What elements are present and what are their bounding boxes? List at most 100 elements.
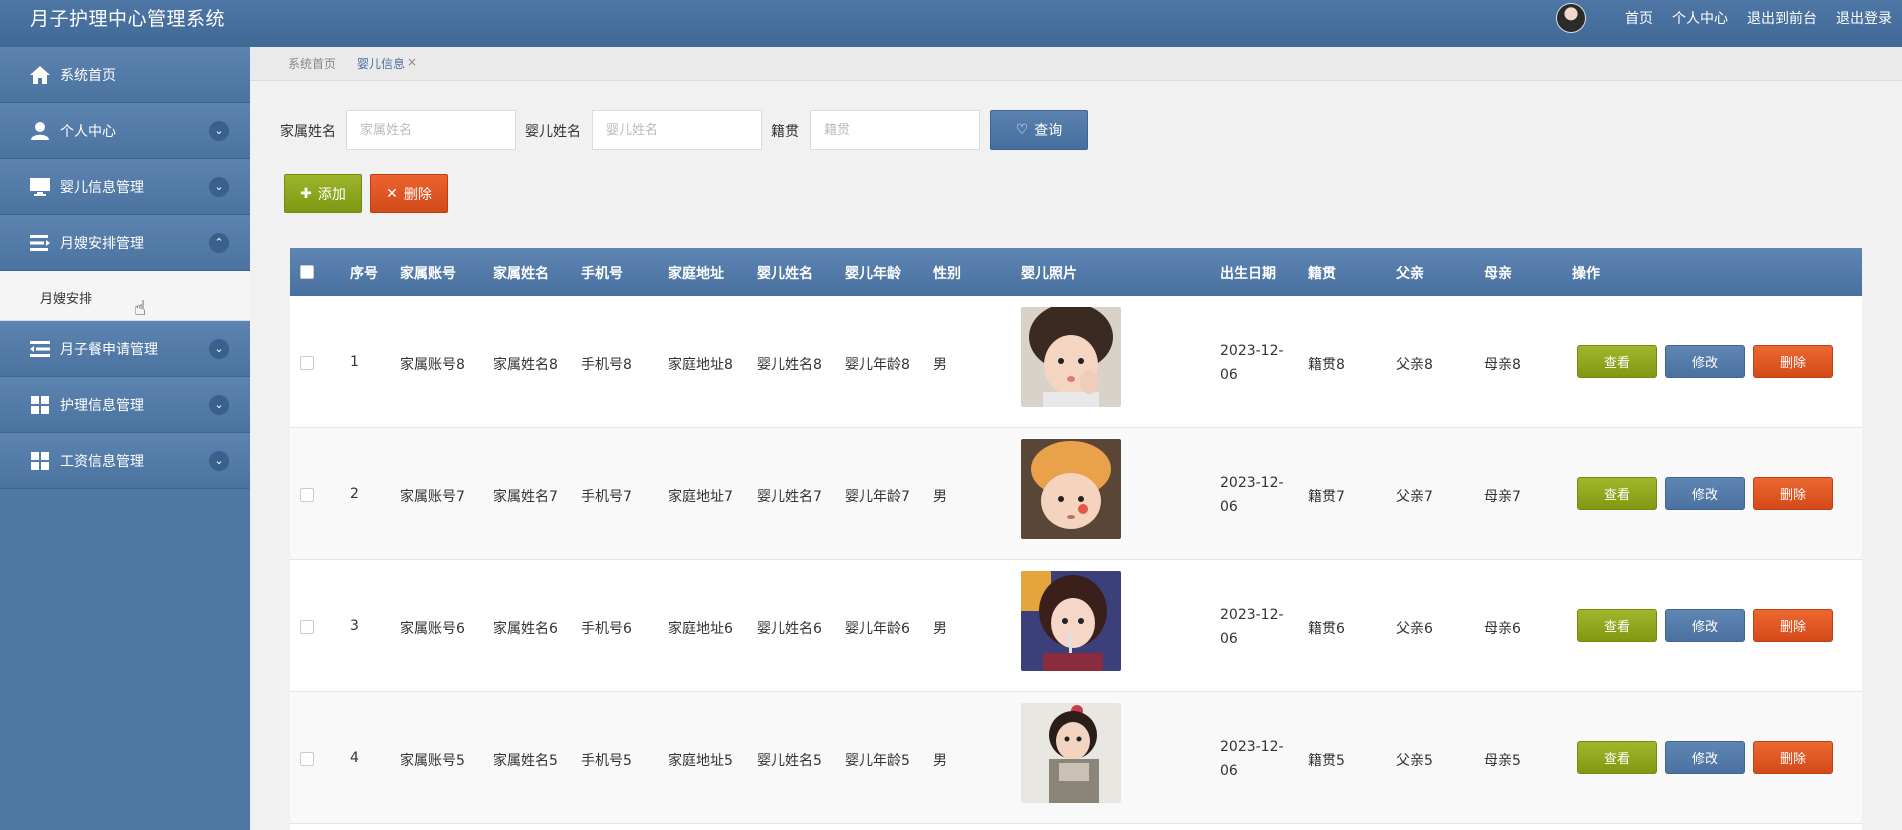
edit-button[interactable]: 修改: [1665, 609, 1745, 642]
cell-baby-age: 婴儿年龄8: [845, 357, 910, 373]
avatar[interactable]: [1556, 3, 1586, 33]
search-label-baby: 婴儿姓名: [525, 124, 581, 140]
col-header: 婴儿姓名: [757, 266, 813, 282]
breadcrumb-home[interactable]: 系统首页: [288, 55, 336, 72]
origin-input[interactable]: [810, 110, 980, 150]
cell-baby-name: 婴儿姓名5: [757, 753, 822, 769]
nav-home-link[interactable]: 首页: [1625, 8, 1653, 28]
cell-gender: 男: [933, 621, 947, 637]
sidebar-subitem-label: 月嫂安排: [40, 292, 93, 307]
delete-button[interactable]: 删除: [1753, 741, 1833, 774]
nav-frontend-link[interactable]: 退出到前台: [1747, 8, 1817, 28]
edit-button[interactable]: 修改: [1665, 741, 1745, 774]
cell-origin: 籍贯6: [1308, 621, 1345, 637]
cell-phone: 手机号6: [581, 621, 632, 637]
row-checkbox[interactable]: [300, 620, 314, 634]
home-icon: [28, 64, 52, 86]
cell-mother: 母亲6: [1484, 621, 1521, 637]
cell-family-name: 家属姓名8: [493, 357, 558, 373]
chevron-up-icon[interactable]: ⌃: [209, 232, 229, 253]
user-icon: [28, 120, 52, 142]
baby-photo[interactable]: [1021, 571, 1121, 671]
cell-birth-date: 2023-12-06: [1220, 739, 1284, 779]
query-button[interactable]: ♡ 查询: [990, 110, 1088, 150]
sidebar-item-label: 系统首页: [60, 67, 116, 84]
nav-logout-link[interactable]: 退出登录: [1836, 8, 1892, 28]
col-header: 家属账号: [400, 266, 456, 282]
sidebar-subitem-nanny[interactable]: 月嫂安排 ☝: [0, 271, 250, 321]
chevron-down-icon[interactable]: ⌄: [209, 450, 229, 471]
breadcrumb-current[interactable]: 婴儿信息: [357, 55, 405, 72]
col-header: 出生日期: [1220, 266, 1276, 282]
sidebar-item-nursing[interactable]: 护理信息管理 ⌄: [0, 377, 250, 433]
cell-address: 家庭地址7: [668, 489, 733, 505]
cell-birth-date: 2023-12-06: [1220, 607, 1284, 647]
cell-father: 父亲6: [1396, 621, 1433, 637]
view-button[interactable]: 查看: [1577, 609, 1657, 642]
grid-icon: [28, 394, 52, 416]
table-row: 2 家属账号7 家属姓名7 手机号7 家庭地址7 婴儿姓名7 婴儿年龄7 男 2…: [290, 428, 1862, 560]
table-row: 4 家属账号5 家属姓名5 手机号5 家庭地址5 婴儿姓名5 婴儿年龄5 男 2…: [290, 692, 1862, 824]
cell-address: 家庭地址6: [668, 621, 733, 637]
cell-family-name: 家属姓名7: [493, 489, 558, 505]
view-button[interactable]: 查看: [1577, 477, 1657, 510]
delete-button[interactable]: 删除: [1753, 609, 1833, 642]
header-nav: 首页 个人中心 退出到前台 退出登录: [1556, 0, 1892, 36]
cell-account: 家属账号5: [400, 753, 465, 769]
sidebar-item-home[interactable]: 系统首页: [0, 47, 250, 103]
cell-family-name: 家属姓名5: [493, 753, 558, 769]
row-checkbox[interactable]: [300, 356, 314, 370]
sidebar-item-profile[interactable]: 个人中心 ⌄: [0, 103, 250, 159]
sidebar-item-label: 工资信息管理: [60, 453, 144, 470]
sidebar-item-label: 护理信息管理: [60, 397, 144, 414]
delete-button[interactable]: 删除: [1753, 345, 1833, 378]
cell-baby-age: 婴儿年龄6: [845, 621, 910, 637]
cell-no: 3: [350, 618, 359, 634]
batch-delete-button[interactable]: ✕ 删除: [370, 174, 448, 213]
baby-photo[interactable]: [1021, 703, 1121, 803]
cell-gender: 男: [933, 489, 947, 505]
select-all-checkbox[interactable]: [300, 265, 314, 279]
cell-gender: 男: [933, 753, 947, 769]
row-checkbox[interactable]: [300, 752, 314, 766]
baby-photo[interactable]: [1021, 439, 1121, 539]
cell-no: 4: [350, 750, 359, 766]
cell-baby-age: 婴儿年龄5: [845, 753, 910, 769]
edit-button[interactable]: 修改: [1665, 477, 1745, 510]
view-button[interactable]: 查看: [1577, 345, 1657, 378]
delete-button[interactable]: 删除: [1753, 477, 1833, 510]
data-table: 序号 家属账号 家属姓名 手机号 家庭地址 婴儿姓名 婴儿年龄 性别 婴儿照片 …: [290, 248, 1862, 830]
cell-account: 家属账号6: [400, 621, 465, 637]
cell-origin: 籍贯8: [1308, 357, 1345, 373]
chevron-down-icon[interactable]: ⌄: [209, 176, 229, 197]
baby-name-input[interactable]: [592, 110, 762, 150]
cell-mother: 母亲5: [1484, 753, 1521, 769]
sidebar-item-nanny[interactable]: 月嫂安排管理 ⌃: [0, 215, 250, 271]
chevron-down-icon[interactable]: ⌄: [209, 394, 229, 415]
view-button[interactable]: 查看: [1577, 741, 1657, 774]
cell-birth-date: 2023-12-06: [1220, 343, 1284, 383]
row-checkbox[interactable]: [300, 488, 314, 502]
cell-no: 2: [350, 486, 359, 502]
sidebar-item-salary[interactable]: 工资信息管理 ⌄: [0, 433, 250, 489]
baby-photo[interactable]: [1021, 307, 1121, 407]
app-title: 月子护理中心管理系统: [30, 8, 226, 30]
family-name-input[interactable]: [346, 110, 516, 150]
col-header: 性别: [933, 266, 961, 282]
cell-baby-age: 婴儿年龄7: [845, 489, 910, 505]
close-icon[interactable]: ×: [407, 55, 417, 69]
cell-gender: 男: [933, 357, 947, 373]
nav-profile-link[interactable]: 个人中心: [1672, 8, 1728, 28]
cell-father: 父亲7: [1396, 489, 1433, 505]
sidebar-item-baby-info[interactable]: 婴儿信息管理 ⌄: [0, 159, 250, 215]
sidebar-item-label: 月嫂安排管理: [60, 235, 144, 252]
cell-birth-date: 2023-12-06: [1220, 475, 1284, 515]
cell-father: 父亲5: [1396, 753, 1433, 769]
chevron-down-icon[interactable]: ⌄: [209, 120, 229, 141]
chevron-down-icon[interactable]: ⌄: [209, 338, 229, 359]
sidebar-item-meal[interactable]: 月子餐申请管理 ⌄: [0, 321, 250, 377]
add-button[interactable]: ✚ 添加: [284, 174, 362, 213]
edit-button[interactable]: 修改: [1665, 345, 1745, 378]
cell-mother: 母亲7: [1484, 489, 1521, 505]
sidebar-item-label: 个人中心: [60, 123, 116, 140]
